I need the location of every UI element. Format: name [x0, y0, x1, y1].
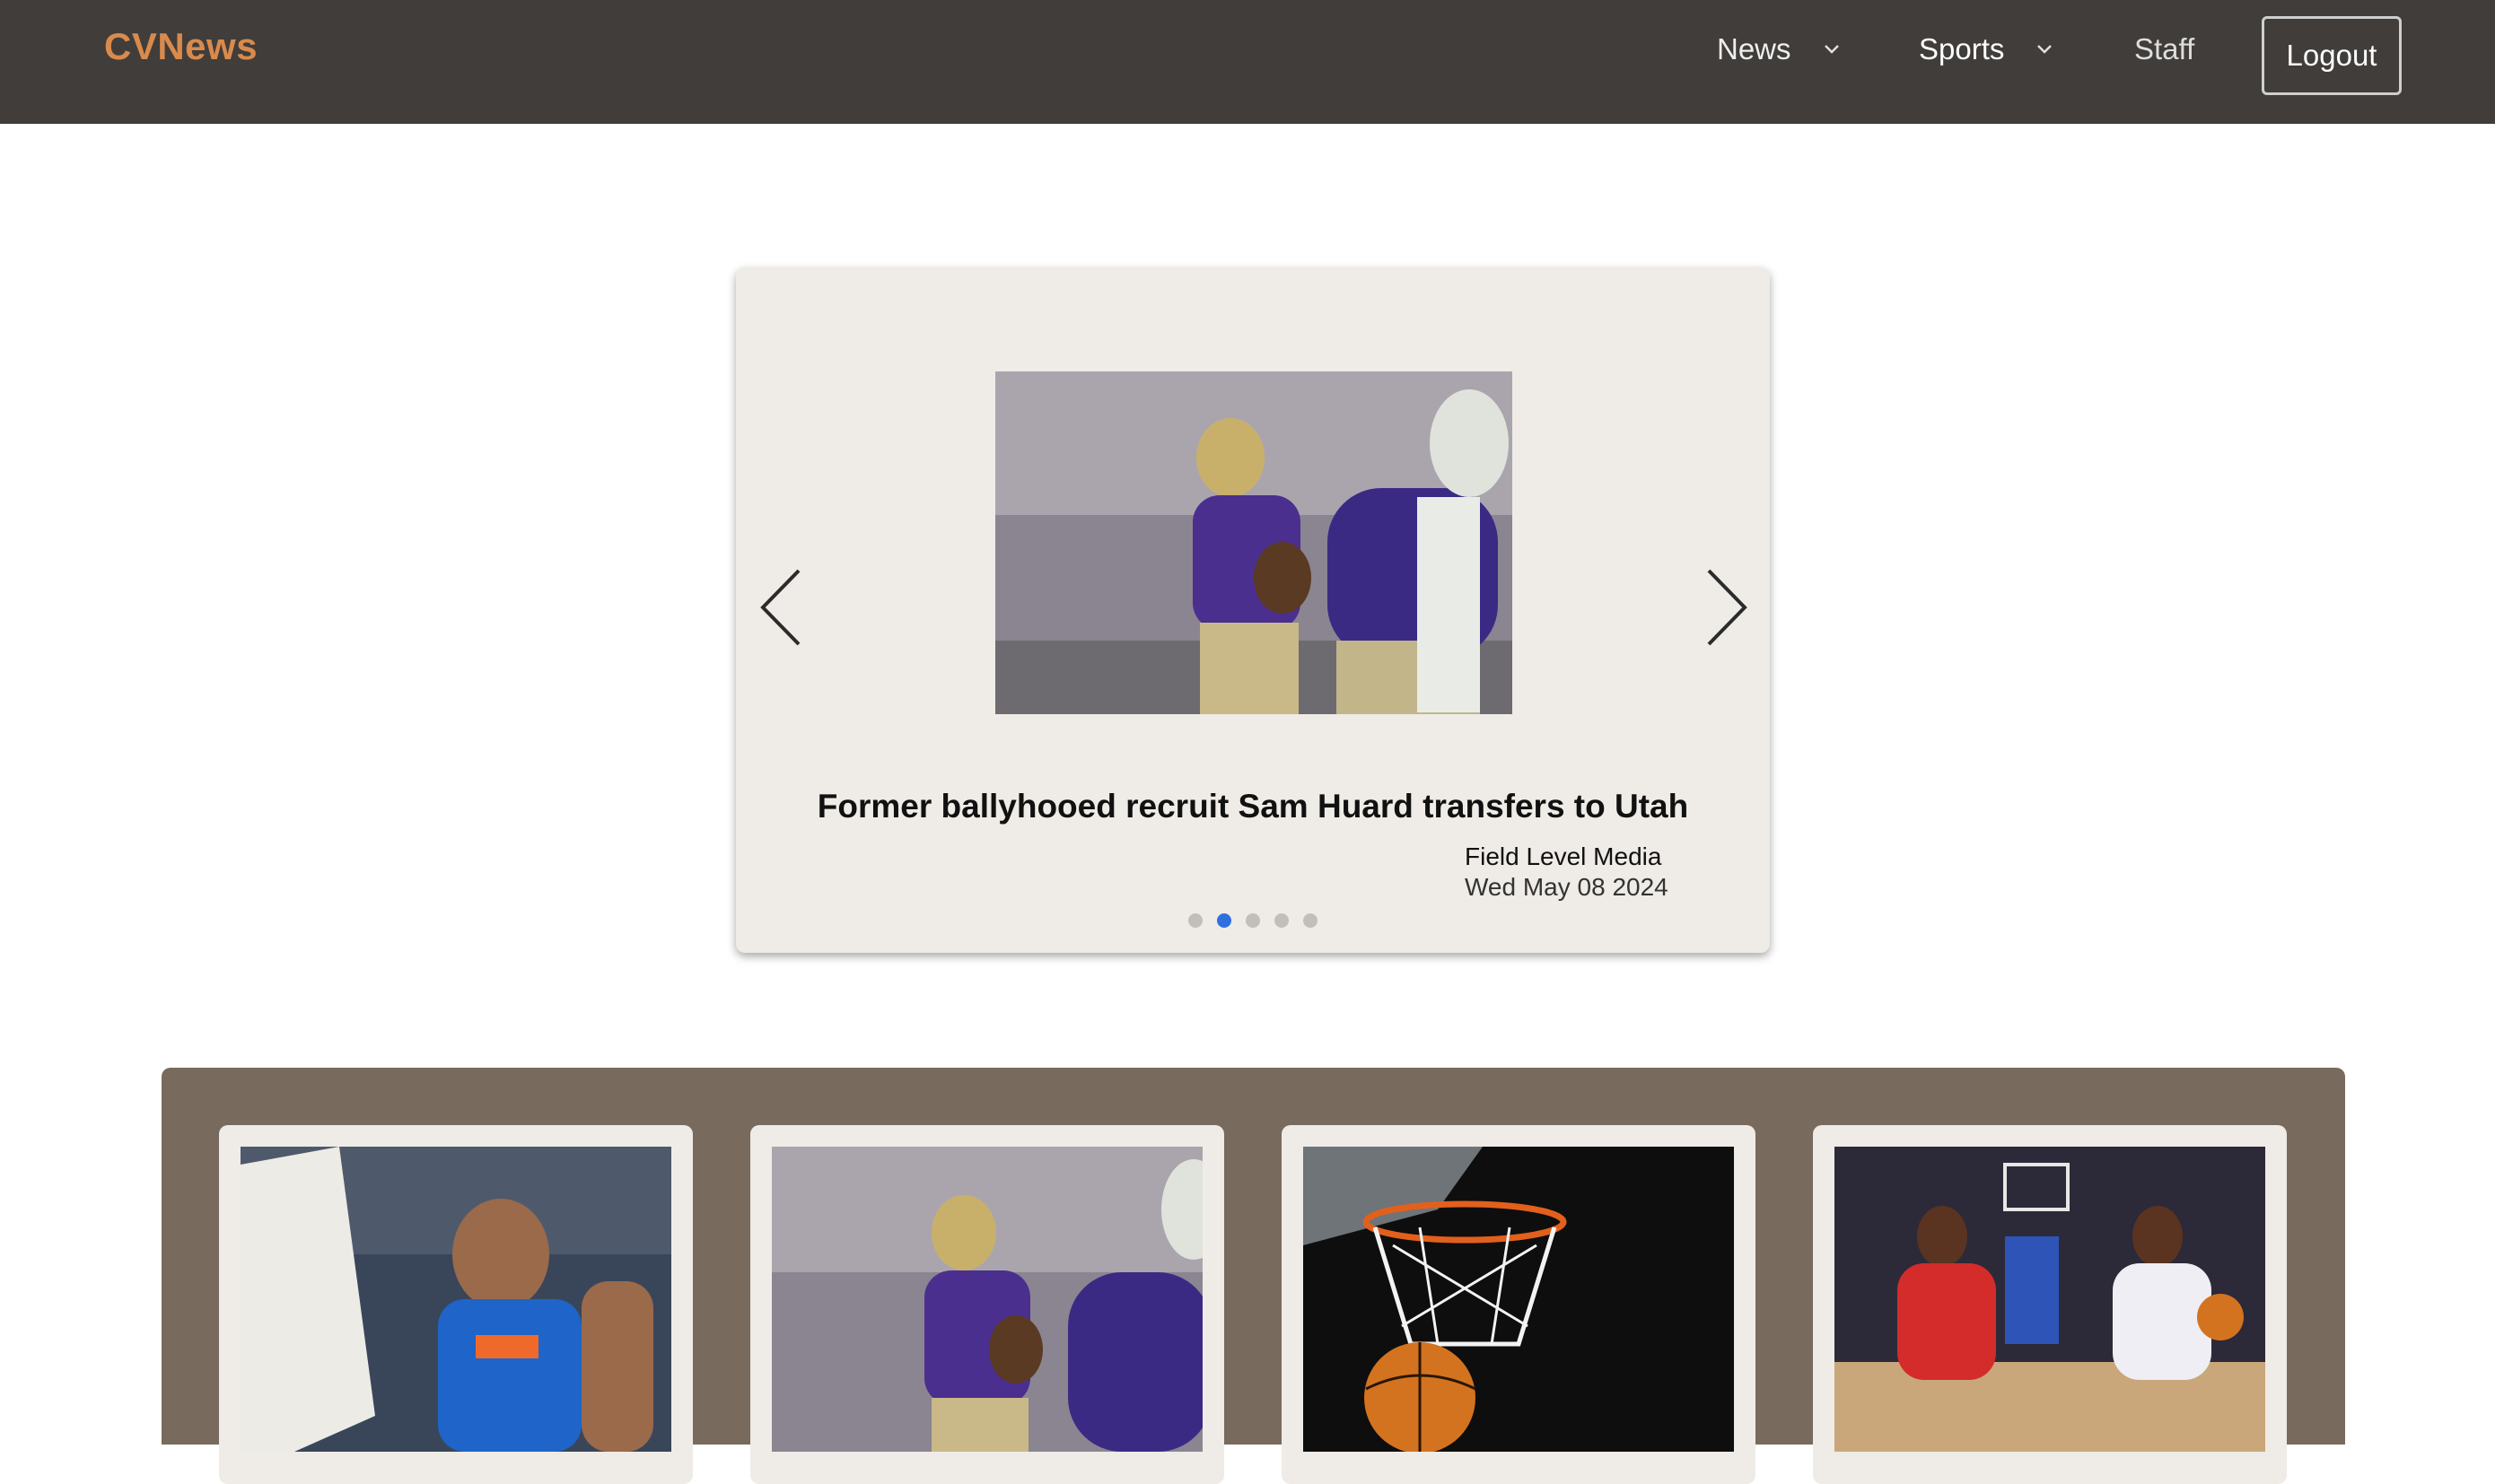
news-card-image[interactable] — [1303, 1147, 1734, 1452]
carousel-dot-2[interactable] — [1217, 913, 1231, 928]
nav-staff-link[interactable]: Staff — [2134, 32, 2194, 66]
chevron-down-icon — [2035, 39, 2054, 59]
nav-news-dropdown[interactable]: News — [1717, 32, 1842, 66]
carousel-dot-4[interactable] — [1274, 913, 1289, 928]
nav-sports-label: Sports — [1919, 32, 2005, 65]
news-card-image[interactable] — [1834, 1147, 2265, 1452]
chevron-down-icon — [1822, 39, 1842, 59]
navbar: CVNews News Sports Staff Logout — [0, 0, 2495, 124]
news-card[interactable] — [750, 1125, 1224, 1484]
news-card-image[interactable] — [241, 1147, 671, 1452]
carousel-dot-5[interactable] — [1303, 913, 1318, 928]
news-card[interactable] — [1282, 1125, 1755, 1484]
news-card-image[interactable] — [772, 1147, 1203, 1452]
news-card[interactable] — [1813, 1125, 2287, 1484]
carousel-dot-3[interactable] — [1246, 913, 1260, 928]
carousel-article-title[interactable]: Former ballyhooed recruit Sam Huard tran… — [736, 788, 1770, 825]
article-source: Field Level Media — [1465, 842, 1662, 870]
carousel-slide-image[interactable] — [995, 371, 1512, 714]
chevron-left-icon — [760, 569, 801, 646]
carousel-dot-1[interactable] — [1188, 913, 1203, 928]
carousel-article-meta: Field Level Media Wed May 08 2024 — [1465, 842, 1668, 903]
brand-logo[interactable]: CVNews — [104, 25, 258, 68]
news-grid — [162, 1068, 2345, 1484]
featured-carousel: Former ballyhooed recruit Sam Huard tran… — [736, 267, 1770, 953]
article-date: Wed May 08 2024 — [1465, 873, 1668, 901]
carousel-indicators — [1188, 913, 1318, 928]
news-card[interactable] — [219, 1125, 693, 1484]
chevron-right-icon — [1707, 569, 1747, 646]
carousel-prev-button[interactable] — [756, 567, 804, 648]
carousel-next-button[interactable] — [1703, 567, 1752, 648]
nav-news-label: News — [1717, 32, 1791, 65]
logout-button[interactable]: Logout — [2262, 16, 2402, 95]
nav-sports-dropdown[interactable]: Sports — [1919, 32, 2054, 66]
